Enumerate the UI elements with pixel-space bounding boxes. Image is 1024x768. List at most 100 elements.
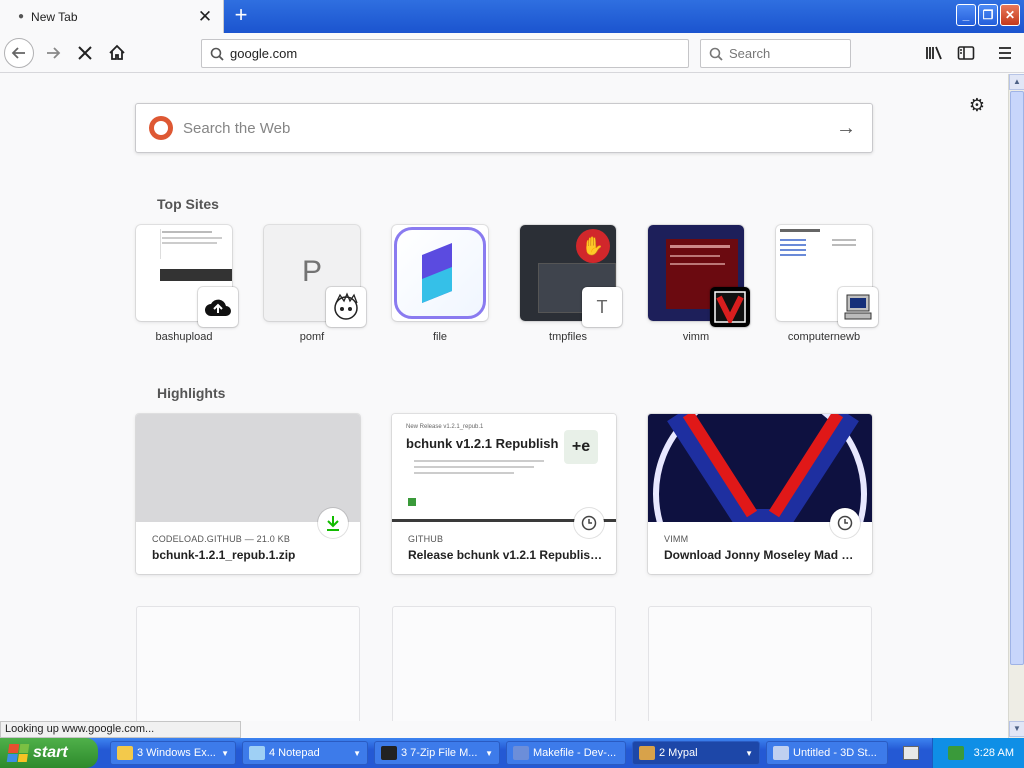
arrow-right-icon[interactable]: →: [836, 117, 856, 140]
site-label: tmpfiles: [549, 331, 587, 343]
site-thumbnail: [392, 225, 488, 321]
card-title: bchunk-1.2.1_repub.1.zip: [152, 548, 296, 562]
card-meta: CODELOAD.GITHUB — 21.0 KB: [152, 534, 291, 544]
vimm-logo-icon: [653, 414, 867, 522]
search-icon: [703, 47, 729, 61]
hand-stop-icon: ✋: [576, 229, 610, 263]
top-site-file[interactable]: file: [392, 225, 488, 343]
card-title: Download Jonny Moseley Mad Trix: [664, 548, 860, 562]
clock-icon[interactable]: [830, 508, 860, 538]
computer-icon: [838, 287, 878, 327]
taskbar-item-notepad[interactable]: 4 Notepad ▼: [242, 741, 368, 765]
library-button[interactable]: [922, 41, 946, 65]
clock-icon[interactable]: [574, 508, 604, 538]
url-text: google.com: [230, 46, 298, 61]
notepad-icon: [249, 746, 265, 760]
vimm-v-icon: [710, 287, 750, 327]
file-logo-icon: [422, 243, 452, 303]
taskbar-item-mypal[interactable]: 2 Mypal ▼: [632, 741, 760, 765]
chevron-down-icon: ▼: [745, 748, 753, 758]
tab-loading-icon: ●: [18, 11, 25, 22]
taskbar-item-devcpp[interactable]: Makefile - Dev-...: [506, 741, 626, 765]
clock: 3:28 AM: [973, 747, 1014, 759]
scrollbar-thumb[interactable]: [1010, 91, 1024, 665]
taskbar: start 3 Windows Ex... ▼ 4 Notepad ▼ 3 7-…: [0, 738, 1024, 768]
minimize-button[interactable]: _: [956, 4, 976, 26]
scroll-down-icon[interactable]: ▼: [1009, 721, 1024, 737]
empty-highlight-placeholder: [136, 606, 360, 721]
home-button[interactable]: [102, 38, 132, 68]
sidebar-button[interactable]: [954, 41, 978, 65]
chevron-down-icon: ▼: [485, 748, 493, 758]
highlight-card[interactable]: New Release v1.2.1_repub.1 bchunk v1.2.1…: [392, 414, 616, 574]
search-bar[interactable]: Search: [700, 39, 851, 68]
duckduckgo-logo-icon: [149, 116, 173, 140]
menu-button[interactable]: [993, 41, 1017, 65]
top-sites-heading: Top Sites: [157, 196, 219, 212]
card-meta: VIMM: [664, 534, 689, 544]
anime-face-icon: [326, 287, 366, 327]
hamburger-icon: [999, 47, 1011, 59]
new-tab-page: ⚙ Search the Web → Top Sites bashupload …: [0, 74, 1008, 721]
site-label: bashupload: [155, 331, 213, 343]
gear-icon[interactable]: ⚙: [966, 94, 988, 116]
card-meta: GITHUB: [408, 534, 444, 544]
search-placeholder: Search: [729, 46, 771, 61]
site-label: vimm: [682, 331, 710, 343]
close-tab-icon[interactable]: ✕: [193, 7, 217, 27]
app-logo-icon: +e: [564, 430, 598, 464]
site-label: file: [432, 331, 448, 343]
tab-title: New Tab: [31, 9, 78, 24]
top-site-computernewb[interactable]: computernewb: [776, 225, 878, 343]
status-bar-text: Looking up www.google.com...: [0, 721, 241, 738]
thumb-letter: P: [301, 255, 322, 288]
top-site-vimm[interactable]: vimm: [648, 225, 750, 343]
scroll-up-icon[interactable]: ▲: [1009, 74, 1024, 90]
empty-highlight-placeholder: [648, 606, 872, 721]
system-tray: 3:28 AM: [932, 738, 1024, 768]
forward-button[interactable]: [38, 38, 68, 68]
tab-new-tab[interactable]: ● New Tab ✕: [0, 0, 224, 33]
devcpp-icon: [513, 746, 529, 760]
highlight-card[interactable]: CODELOAD.GITHUB — 21.0 KB bchunk-1.2.1_r…: [136, 414, 360, 574]
keyboard-icon[interactable]: [903, 746, 919, 760]
sidebar-icon: [957, 46, 975, 60]
highlight-card[interactable]: VIMM Download Jonny Moseley Mad Trix: [648, 414, 872, 574]
windows-flag-icon: [6, 744, 30, 762]
empty-highlight-placeholder: [392, 606, 616, 721]
taskbar-item-windows-explorer[interactable]: 3 Windows Ex... ▼: [110, 741, 236, 765]
site-label: computernewb: [787, 331, 861, 343]
back-button[interactable]: [4, 38, 34, 68]
cloud-upload-icon: [198, 287, 238, 327]
home-icon: [109, 44, 125, 60]
card-title: Release bchunk v1.2.1 Republish · hessu/…: [408, 548, 604, 562]
vertical-scrollbar[interactable]: ▲ ▼: [1008, 74, 1024, 738]
7zip-icon: [381, 746, 397, 760]
url-bar[interactable]: google.com: [201, 39, 689, 68]
folder-icon: [117, 746, 133, 760]
web-search-placeholder: Search the Web: [183, 119, 291, 137]
taskbar-item-3d-studio[interactable]: Untitled - 3D St...: [766, 741, 888, 765]
network-icon[interactable]: [947, 746, 964, 760]
mypal-icon: [639, 746, 655, 760]
tab-strip: ● New Tab ✕ + _ ❐ ✕: [0, 0, 1024, 33]
nav-bar: google.com Search: [0, 33, 1024, 73]
web-search-box[interactable]: Search the Web →: [135, 103, 873, 153]
new-tab-button[interactable]: +: [228, 3, 254, 29]
taskbar-item-7zip[interactable]: 3 7-Zip File M... ▼: [374, 741, 500, 765]
chevron-down-icon: ▼: [221, 748, 229, 758]
download-icon[interactable]: [318, 508, 348, 538]
start-button[interactable]: start: [0, 738, 98, 768]
card-preview-image: [648, 414, 872, 522]
card-preview-image: New Release v1.2.1_repub.1 bchunk v1.2.1…: [392, 414, 616, 522]
top-site-bashupload[interactable]: bashupload: [136, 225, 238, 343]
site-label: pomf: [299, 331, 325, 343]
chevron-down-icon: ▼: [353, 748, 361, 758]
top-site-tmpfiles[interactable]: ✋ T tmpfiles: [520, 225, 622, 343]
stop-button[interactable]: [70, 38, 100, 68]
letter-t-icon: T: [582, 287, 622, 327]
maximize-button[interactable]: ❐: [978, 4, 998, 26]
card-preview-image: [136, 414, 360, 522]
top-site-pomf[interactable]: P pomf: [264, 225, 366, 343]
close-window-button[interactable]: ✕: [1000, 4, 1020, 26]
